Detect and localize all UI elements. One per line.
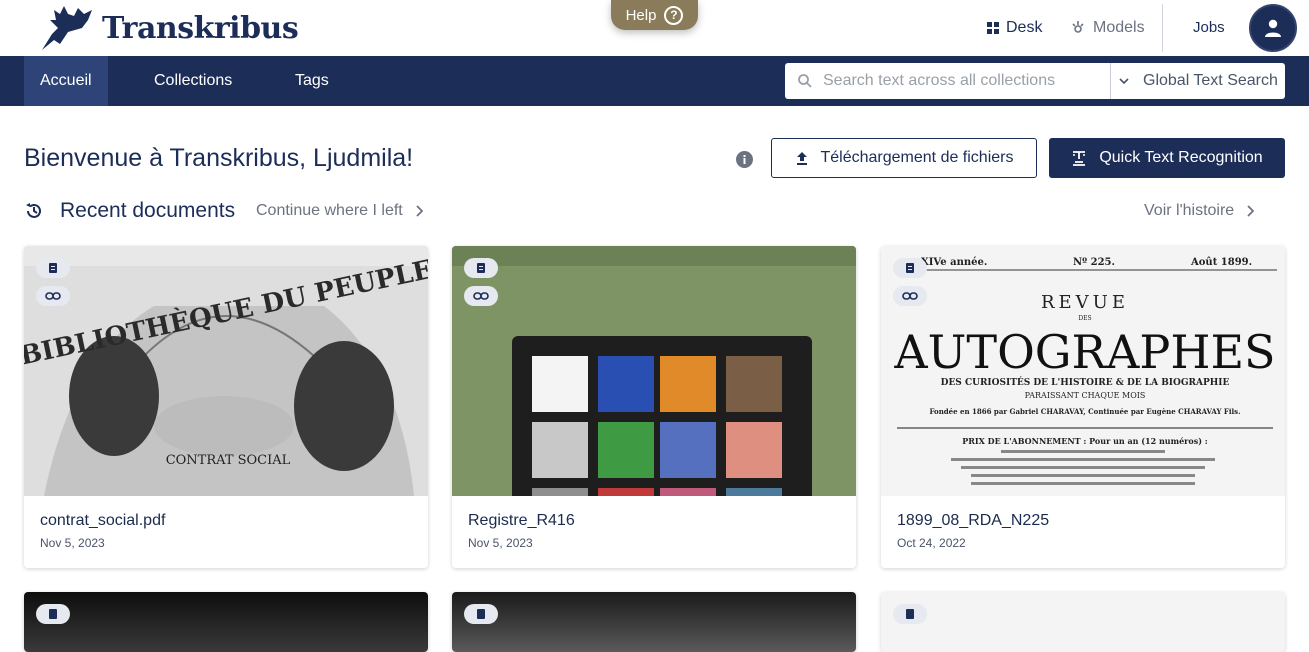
engraving-illustration: BIBLIOTHÈQUE DU PEUPLE CONTRAT SOCIAL <box>24 246 428 496</box>
recent-documents-title: Recent documents <box>60 199 236 222</box>
help-button[interactable]: Help ? <box>611 0 698 30</box>
global-search: Global Text Search <box>785 63 1285 99</box>
document-icon <box>906 609 914 619</box>
shared-link-badge <box>464 286 498 306</box>
document-thumbnail <box>452 246 856 496</box>
newspaper-page-image: XIVe année. Nº 225. Août 1899. REVUE DES… <box>881 246 1285 496</box>
document-thumbnail: BIBLIOTHÈQUE DU PEUPLE CONTRAT SOCIAL <box>24 246 428 496</box>
tab-accueil[interactable]: Accueil <box>24 56 108 106</box>
continue-label: Continue where I left <box>256 202 403 219</box>
document-card[interactable]: XIVe année. Nº 225. Août 1899. REVUE DES… <box>881 246 1285 568</box>
thumb-line1: DES CURIOSITÉS DE L'HISTOIRE & DE LA BIO… <box>941 376 1230 388</box>
chevron-right-icon <box>1247 205 1255 217</box>
avatar[interactable] <box>1249 4 1297 52</box>
document-type-badge <box>893 604 927 624</box>
document-name: contrat_social.pdf <box>40 512 166 529</box>
nav-models-label: Models <box>1093 19 1145 36</box>
search-icon <box>798 74 812 88</box>
models-icon <box>1072 21 1084 33</box>
document-icon <box>477 609 485 619</box>
help-label: Help <box>625 6 657 24</box>
document-card[interactable] <box>452 592 856 652</box>
quick-text-recognition-button[interactable]: Quick Text Recognition <box>1049 138 1285 178</box>
thumb-title-des: DES <box>1078 315 1091 322</box>
thumb-line3: Fondée en 1866 par Gabriel CHARAVAY, Con… <box>929 407 1240 416</box>
document-date: Oct 24, 2022 <box>897 536 966 550</box>
search-scope-label: Global Text Search <box>1143 72 1278 89</box>
logo-text: Transkribus <box>102 10 299 46</box>
nav-desk[interactable]: Desk <box>987 19 1042 37</box>
grid-icon <box>987 22 999 34</box>
thumb-line4: PRIX DE L'ABONNEMENT : Pour un an (12 nu… <box>962 436 1208 446</box>
document-type-badge <box>464 604 498 624</box>
info-icon[interactable] <box>736 151 753 168</box>
document-name: 1899_08_RDA_N225 <box>897 512 1050 529</box>
thumb-subtitle: CONTRAT SOCIAL <box>166 453 291 468</box>
thumb-header-right: Août 1899. <box>1190 257 1252 268</box>
color-checker-image <box>452 246 856 496</box>
document-date: Nov 5, 2023 <box>40 536 105 550</box>
search-scope-select[interactable]: Global Text Search <box>1110 63 1285 99</box>
shared-link-badge <box>36 286 70 306</box>
tab-tags[interactable]: Tags <box>279 56 345 106</box>
tab-collections[interactable]: Collections <box>138 56 248 106</box>
upload-icon <box>796 152 807 165</box>
link-icon <box>902 292 918 300</box>
quick-text-recognition-label: Quick Text Recognition <box>1099 149 1263 166</box>
continue-where-left-link[interactable]: Continue where I left <box>256 202 423 220</box>
view-history-link[interactable]: Voir l'histoire <box>1144 202 1255 220</box>
upload-files-button[interactable]: Téléchargement de fichiers <box>771 138 1037 178</box>
pegasus-logo-icon <box>42 6 92 50</box>
document-card[interactable] <box>881 592 1285 652</box>
document-card[interactable]: Registre_R416 Nov 5, 2023 <box>452 246 856 568</box>
nav-desk-label: Desk <box>1006 19 1043 36</box>
nav-models[interactable]: Models <box>1070 19 1145 37</box>
page-title: Bienvenue à Transkribus, Ljudmila! <box>24 144 414 172</box>
chevron-right-icon <box>416 205 423 217</box>
search-input[interactable] <box>823 72 1103 90</box>
document-icon <box>49 609 57 619</box>
document-type-badge <box>36 604 70 624</box>
question-icon: ? <box>664 5 684 25</box>
link-icon <box>473 292 489 300</box>
history-icon <box>26 203 41 218</box>
shared-link-badge <box>893 286 927 306</box>
divider <box>1162 4 1163 52</box>
document-thumbnail: XIVe année. Nº 225. Août 1899. REVUE DES… <box>881 246 1285 496</box>
recent-documents-header: Recent documents <box>24 198 235 224</box>
thumb-title-main: AUTOGRAPHES <box>893 325 1275 379</box>
top-bar: Transkribus Help ? Desk Models Jobs <box>0 0 1309 56</box>
document-icon <box>49 263 57 273</box>
thumb-header-mid: Nº 225. <box>1073 257 1115 268</box>
chevron-down-icon <box>1119 78 1129 85</box>
thumb-line2: PARAISSANT CHAQUE MOIS <box>1025 391 1146 400</box>
upload-files-label: Téléchargement de fichiers <box>820 149 1014 166</box>
document-icon <box>906 263 914 273</box>
link-icon <box>45 292 61 300</box>
document-type-badge <box>36 258 70 278</box>
logo[interactable]: Transkribus <box>38 4 299 52</box>
user-icon <box>1265 19 1281 37</box>
document-name: Registre_R416 <box>468 512 575 529</box>
document-date: Nov 5, 2023 <box>468 536 533 550</box>
document-card[interactable]: BIBLIOTHÈQUE DU PEUPLE CONTRAT SOCIAL co… <box>24 246 428 568</box>
document-type-badge <box>893 258 927 278</box>
history-label: Voir l'histoire <box>1144 202 1235 219</box>
thumb-header-left: XIVe année. <box>921 257 987 268</box>
document-type-badge <box>464 258 498 278</box>
document-card[interactable] <box>24 592 428 652</box>
thumb-title-top: REVUE <box>1041 292 1129 313</box>
text-recognition-icon <box>1073 151 1086 166</box>
document-icon <box>477 263 485 273</box>
nav-jobs[interactable]: Jobs <box>1193 19 1225 36</box>
